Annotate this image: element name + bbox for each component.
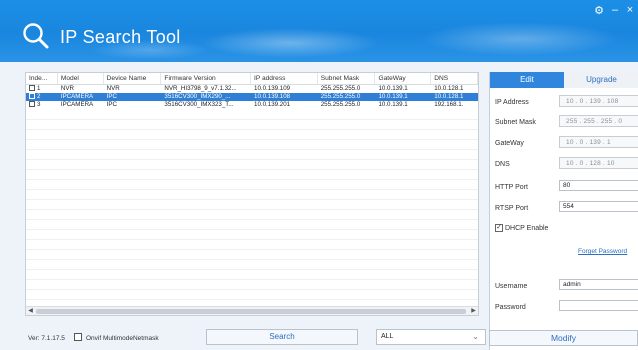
row-checkbox[interactable] <box>29 85 35 92</box>
row-index: 2 <box>37 93 41 100</box>
subnet-mask-field[interactable]: 255 . 255 . 255 . 0 <box>559 115 638 127</box>
modify-button[interactable]: Modify <box>489 330 638 346</box>
dns-label: DNS <box>495 161 510 168</box>
chevron-down-icon: ⌄ <box>472 332 479 341</box>
app-title: IP Search Tool <box>60 27 181 47</box>
row-dns: 192.168.1. <box>434 101 464 108</box>
column-header-gateway[interactable]: GateWay <box>375 73 432 84</box>
search-button[interactable]: Search <box>206 329 358 345</box>
row-index: 3 <box>37 101 41 108</box>
header-banner: IP Search Tool ⚙ – × <box>0 0 638 62</box>
column-header-subnet-mask[interactable]: Subnet Mask <box>318 73 376 84</box>
dhcp-label: DHCP Enable <box>505 225 549 232</box>
table-row[interactable]: 1 NVR NVR NVR_HI3798_9_v7.1.32... 10.0.1… <box>26 85 478 93</box>
scroll-right-icon[interactable]: ▶ <box>469 307 478 315</box>
row-checkbox[interactable] <box>29 93 35 100</box>
settings-icon[interactable]: ⚙ <box>593 4 605 17</box>
row-dns: 10.0.128.1 <box>434 85 464 92</box>
row-gateway: 10.0.139.1 <box>378 93 408 100</box>
column-header-ip-address[interactable]: IP address <box>251 73 318 84</box>
device-table: Inde... Model Device Name Firmware Versi… <box>25 72 479 316</box>
table-row-selected[interactable]: 2 IPCAMERA IPC 3516CV300_IMX290_... 10.0… <box>26 93 478 101</box>
row-ip: 10.0.139.109 <box>254 85 291 92</box>
username-field[interactable]: admin <box>559 279 638 290</box>
dhcp-checkbox[interactable]: ✓ <box>495 224 503 232</box>
row-model: NVR <box>60 85 74 92</box>
column-header-index[interactable]: Inde... <box>26 73 58 84</box>
row-subnet: 255.255.255.0 <box>320 101 361 108</box>
row-checkbox[interactable] <box>29 101 35 108</box>
column-header-device-name[interactable]: Device Name <box>104 73 162 84</box>
row-subnet: 255.255.255.0 <box>320 93 361 100</box>
onvif-checkbox[interactable] <box>74 333 82 341</box>
row-subnet: 255.255.255.0 <box>320 85 361 92</box>
row-firmware: 3516CV300_IMX323_T... <box>164 101 234 108</box>
gateway-label: GateWay <box>495 140 524 147</box>
column-header-firmware[interactable]: Firmware Version <box>161 73 252 84</box>
header-cloud <box>200 28 380 58</box>
tab-edit[interactable]: Edit <box>490 72 564 88</box>
version-label: Ver: 7.1.17.5 <box>28 335 65 342</box>
row-gateway: 10.0.139.1 <box>378 85 408 92</box>
row-firmware: NVR_HI3798_9_v7.1.32... <box>164 85 237 92</box>
table-row[interactable]: 3 IPCAMERA IPC 3516CV300_IMX323_T... 10.… <box>26 101 478 109</box>
ip-address-label: IP Address <box>495 99 529 106</box>
column-header-model[interactable]: Model <box>58 73 104 84</box>
row-device-name: IPC <box>106 93 117 100</box>
minimize-button[interactable]: – <box>609 4 621 16</box>
password-field[interactable] <box>559 300 638 311</box>
empty-grid <box>26 110 478 305</box>
row-ip: 10.0.139.108 <box>254 93 291 100</box>
search-magnifier-icon <box>23 23 49 49</box>
rtsp-port-field[interactable]: 554 <box>559 201 638 212</box>
column-header-dns[interactable]: DNS <box>431 73 478 84</box>
onvif-label: Onvif MultimodeNetmask <box>86 335 159 342</box>
device-filter-select[interactable]: ALL ⌄ <box>376 329 486 345</box>
rtsp-port-label: RTSP Port <box>495 205 529 212</box>
dns-field[interactable]: 10 . 0 . 128 . 10 <box>559 157 638 169</box>
row-device-name: IPC <box>106 101 117 108</box>
row-model: IPCAMERA <box>60 101 94 108</box>
header-cloud <box>420 22 620 56</box>
gateway-field[interactable]: 10 . 0 . 139 . 1 <box>559 136 638 148</box>
username-label: Username <box>495 283 528 290</box>
subnet-mask-label: Subnet Mask <box>495 119 536 126</box>
row-ip: 10.0.139.201 <box>254 101 291 108</box>
forget-password-link[interactable]: Forget Password <box>578 248 627 255</box>
row-dns: 10.0.128.1 <box>434 93 464 100</box>
row-gateway: 10.0.139.1 <box>378 101 408 108</box>
close-button[interactable]: × <box>624 4 636 16</box>
scroll-left-icon[interactable]: ◀ <box>26 307 35 315</box>
filter-value: ALL <box>381 333 394 340</box>
scrollbar-thumb[interactable] <box>36 309 466 314</box>
password-label: Password <box>495 304 526 311</box>
tab-upgrade[interactable]: Upgrade <box>564 72 638 88</box>
http-port-label: HTTP Port <box>495 184 528 191</box>
row-firmware: 3516CV300_IMX290_... <box>164 93 231 100</box>
row-index: 1 <box>37 85 41 92</box>
table-header: Inde... Model Device Name Firmware Versi… <box>26 73 478 85</box>
ip-address-field[interactable]: 10 . 0 . 139 . 108 <box>559 95 638 107</box>
horizontal-scrollbar[interactable]: ◀ ▶ <box>26 306 478 315</box>
row-device-name: NVR <box>106 85 120 92</box>
edit-panel: Edit Upgrade IP Address 10 . 0 . 139 . 1… <box>489 72 638 350</box>
row-model: IPCAMERA <box>60 93 94 100</box>
http-port-field[interactable]: 80 <box>559 180 638 191</box>
